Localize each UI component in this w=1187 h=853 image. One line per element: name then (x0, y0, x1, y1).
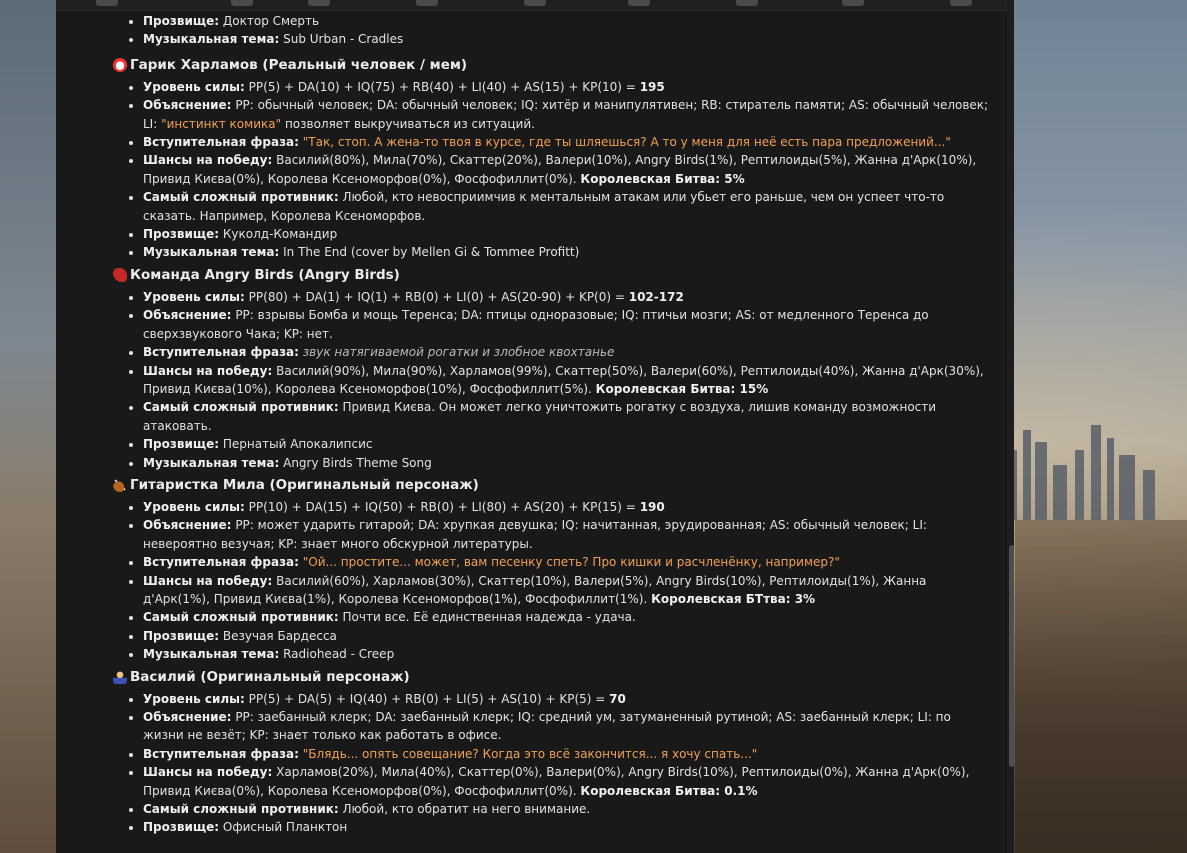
character-heading: Команда Angry Birds (Angry Birds) (113, 262, 994, 288)
list-item: Вступительная фраза: "Так, стоп. А жена-… (143, 133, 994, 151)
list-item: Прозвище: Офисный Планктон (143, 818, 994, 836)
message-content: Прозвище: Доктор Смерть Музыкальная тема… (113, 12, 994, 837)
office-worker-icon (113, 669, 127, 684)
scrollbar-thumb[interactable] (1009, 545, 1014, 767)
list-item: Самый сложный противник: Почти все. Её е… (143, 608, 994, 626)
list-item: Уровень силы: PP(80) + DA(1) + IQ(1) + R… (143, 288, 994, 306)
list-item: Объяснение: PP: взрывы Бомба и мощь Тере… (143, 306, 994, 343)
background-rubble (1015, 520, 1187, 853)
guitar-icon (113, 477, 127, 492)
toolbar-icon[interactable] (96, 0, 118, 6)
list-item: Вступительная фраза: звук натягиваемой р… (143, 343, 994, 361)
list-item: Музыкальная тема: In The End (cover by M… (143, 243, 994, 261)
character-details-list: Уровень силы: PP(10) + DA(15) + IQ(50) +… (114, 498, 994, 664)
list-item: Самый сложный противник: Любой, кто обра… (143, 800, 994, 818)
character-details-list: Прозвище: Доктор Смерть Музыкальная тема… (114, 12, 994, 49)
toolbar-icon[interactable] (524, 0, 546, 6)
list-item: Вступительная фраза: "Ой... простите... … (143, 553, 994, 571)
list-item: Музыкальная тема: Sub Urban - Cradles (143, 30, 994, 48)
list-item: Шансы на победу: Василий(60%), Харламов(… (143, 572, 994, 609)
character-heading: Василий (Оригинальный персонаж) (113, 664, 994, 690)
list-item: Самый сложный противник: Привид Києва. О… (143, 398, 994, 435)
toolbar-icon[interactable] (842, 0, 864, 6)
character-heading: Гитаристка Мила (Оригинальный персонаж) (113, 472, 994, 498)
list-item: Объяснение: PP: обычный человек; DA: обы… (143, 96, 994, 133)
list-item: Объяснение: PP: заебанный клерк; DA: зае… (143, 708, 994, 745)
list-item: Объяснение: PP: может ударить гитарой; D… (143, 516, 994, 553)
list-item: Вступительная фраза: "Блядь... опять сов… (143, 745, 994, 763)
list-item: Музыкальная тема: Radiohead - Creep (143, 645, 994, 663)
list-item: Уровень силы: PP(5) + DA(10) + IQ(75) + … (143, 78, 994, 96)
character-details-list: Уровень силы: PP(5) + DA(10) + IQ(75) + … (114, 78, 994, 262)
toolbar-icon[interactable] (628, 0, 650, 6)
character-heading: Гарик Харламов (Реальный человек / мем) (113, 52, 994, 78)
character-details-list: Уровень силы: PP(80) + DA(1) + IQ(1) + R… (114, 288, 994, 472)
list-item: Прозвище: Доктор Смерть (143, 12, 994, 30)
list-item: Шансы на победу: Василий(80%), Мила(70%)… (143, 151, 994, 188)
list-item: Уровень силы: PP(10) + DA(15) + IQ(50) +… (143, 498, 994, 516)
character-details-list: Уровень силы: PP(5) + DA(5) + IQ(40) + R… (114, 690, 994, 837)
list-item: Прозвище: Куколд-Командир (143, 225, 994, 243)
toolbar-icon[interactable] (416, 0, 438, 6)
toolbar-icon[interactable] (736, 0, 758, 6)
toolbar-icon[interactable] (308, 0, 330, 6)
chat-panel: Прозвище: Доктор Смерть Музыкальная тема… (56, 0, 1014, 853)
list-item: Шансы на победу: Харламов(20%), Мила(40%… (143, 763, 994, 800)
list-item: Самый сложный противник: Любой, кто нево… (143, 188, 994, 225)
toolbar-icon[interactable] (950, 0, 972, 6)
top-toolbar (56, 0, 1014, 11)
list-item: Уровень силы: PP(5) + DA(5) + IQ(40) + R… (143, 690, 994, 708)
ruined-city-silhouette (1007, 425, 1155, 520)
list-item: Прозвище: Пернатый Апокалипсис (143, 435, 994, 453)
toolbar-icon[interactable] (231, 0, 253, 6)
list-item: Прозвище: Везучая Бардесса (143, 627, 994, 645)
clown-icon (113, 57, 127, 72)
list-item: Музыкальная тема: Angry Birds Theme Song (143, 454, 994, 472)
list-item: Шансы на победу: Василий(90%), Мила(90%)… (143, 362, 994, 399)
background-left-edge (0, 0, 56, 853)
bird-icon (113, 267, 127, 282)
